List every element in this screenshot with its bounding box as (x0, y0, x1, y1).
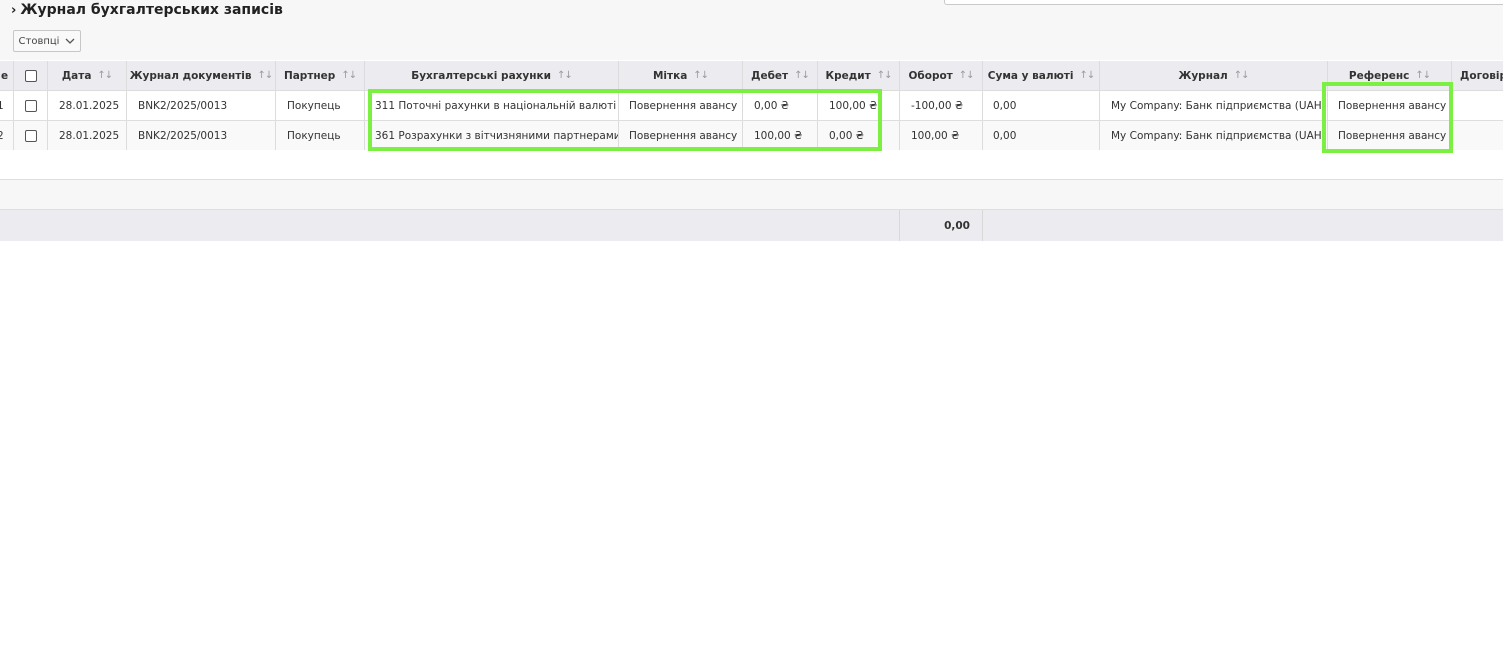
header-credit-label: Кредит (825, 69, 871, 82)
header-amount-currency-label: Сума у валюті (987, 69, 1074, 82)
sort-icon: ↑↓ (693, 70, 709, 81)
header-reference[interactable]: Референс ↑↓ (1328, 61, 1452, 90)
cell-debit[interactable]: 100,00 ₴ (743, 121, 818, 150)
header-label[interactable]: Мітка ↑↓ (619, 61, 743, 90)
header-turnover-label: Оборот (908, 69, 953, 82)
totals-row: 0,00 (0, 210, 1503, 241)
header-turnover[interactable]: Оборот ↑↓ (900, 61, 983, 90)
columns-dropdown-button[interactable]: Стовпці (13, 30, 81, 52)
cell-turnover[interactable]: 100,00 ₴ (900, 121, 983, 150)
cell-label[interactable]: Повернення авансу (619, 121, 743, 150)
columns-button-label: Стовпці (18, 35, 60, 47)
cell-debit[interactable]: 0,00 ₴ (743, 91, 818, 120)
header-reference-label: Референс (1348, 69, 1410, 82)
cell-doc-journal[interactable]: BNK2/2025/0013 (127, 121, 276, 150)
sort-icon: ↑↓ (257, 70, 274, 81)
cell-journal[interactable]: My Company: Банк підприємства (UAH) (1100, 121, 1328, 150)
cell-doc-journal[interactable]: BNK2/2025/0013 (127, 91, 276, 120)
page-title-text: Журнал бухгалтерських записів (20, 2, 283, 18)
row-number: 1 (0, 91, 14, 120)
header-accounts-label: Бухгалтерські рахунки (411, 69, 552, 82)
header-debit-label: Дебет (751, 69, 789, 82)
row-number: 2 (0, 121, 14, 150)
empty-row (0, 180, 1503, 210)
sort-icon: ↑↓ (1415, 70, 1431, 81)
header-journal-label: Журнал (1178, 69, 1228, 82)
sort-icon: ↑↓ (1233, 70, 1250, 81)
cell-journal[interactable]: My Company: Банк підприємства (UAH) (1100, 91, 1328, 120)
sort-icon: ↑↓ (97, 70, 113, 81)
sort-icon: ↑↓ (557, 70, 573, 81)
cell-accounts[interactable]: 361 Розрахунки з вітчизняними партнерами (365, 121, 619, 150)
header-partner[interactable]: Партнер ↑↓ (276, 61, 365, 90)
header-amount-currency[interactable]: Сума у валюті ↑↓ (983, 61, 1100, 90)
cell-date[interactable]: 28.01.2025 (48, 91, 127, 120)
select-all-cell (14, 61, 48, 90)
sort-icon: ↑↓ (341, 70, 357, 81)
table-row[interactable]: 2 28.01.2025 BNK2/2025/0013 Покупець 361… (0, 121, 1503, 151)
header-date[interactable]: Дата ↑↓ (48, 61, 127, 90)
search-input[interactable] (944, 0, 1503, 5)
sort-icon: ↑↓ (1079, 70, 1095, 81)
select-all-checkbox[interactable] (24, 69, 37, 82)
row-select-cell (14, 121, 48, 150)
cell-label[interactable]: Повернення авансу (619, 91, 743, 120)
header-label-label: Мітка (652, 69, 688, 82)
cell-credit[interactable]: 100,00 ₴ (818, 91, 900, 120)
table-row[interactable]: 1 28.01.2025 BNK2/2025/0013 Покупець 311… (0, 91, 1503, 121)
cell-turnover[interactable]: -100,00 ₴ (900, 91, 983, 120)
header-contract-label: Договір (1460, 69, 1503, 82)
divider (982, 210, 983, 241)
row-checkbox[interactable] (24, 129, 37, 142)
header-doc-journal-label: Журнал документів (129, 69, 252, 82)
chevron-right-icon[interactable]: › (11, 3, 16, 18)
cell-partner[interactable]: Покупець (276, 91, 365, 120)
header-debit[interactable]: Дебет ↑↓ (743, 61, 818, 90)
header-doc-journal[interactable]: Журнал документів ↑↓ (127, 61, 276, 90)
header-credit[interactable]: Кредит ↑↓ (818, 61, 900, 90)
header-date-label: Дата (61, 69, 92, 82)
cell-reference[interactable]: Повернення авансу (1328, 121, 1452, 150)
row-checkbox[interactable] (24, 99, 37, 112)
page-title: › Журнал бухгалтерських записів (11, 2, 283, 18)
header-contract[interactable]: Договір (1452, 61, 1503, 90)
sort-icon: ↑↓ (794, 70, 810, 81)
cell-date[interactable]: 28.01.2025 (48, 121, 127, 150)
row-select-cell (14, 91, 48, 120)
cell-credit[interactable]: 0,00 ₴ (818, 121, 900, 150)
table-header-row: е Дата ↑↓ Журнал документів ↑↓ Партнер ↑↓ Б… (0, 61, 1503, 91)
header-accounts[interactable]: Бухгалтерські рахунки ↑↓ (365, 61, 619, 90)
header-row-number: е (0, 61, 14, 90)
cell-amount-currency[interactable]: 0,00 (983, 91, 1100, 120)
empty-row (0, 150, 1503, 180)
sort-icon: ↑↓ (958, 70, 975, 81)
total-turnover: 0,00 (944, 219, 970, 232)
header-journal[interactable]: Журнал ↑↓ (1100, 61, 1328, 90)
sort-icon: ↑↓ (876, 70, 893, 81)
header-partner-label: Партнер (283, 69, 336, 82)
cell-reference[interactable]: Повернення авансу (1328, 91, 1452, 120)
cell-amount-currency[interactable]: 0,00 (983, 121, 1100, 150)
cell-accounts[interactable]: 311 Поточні рахунки в національній валют… (365, 91, 619, 120)
cell-partner[interactable]: Покупець (276, 121, 365, 150)
chevron-down-icon (66, 38, 75, 44)
